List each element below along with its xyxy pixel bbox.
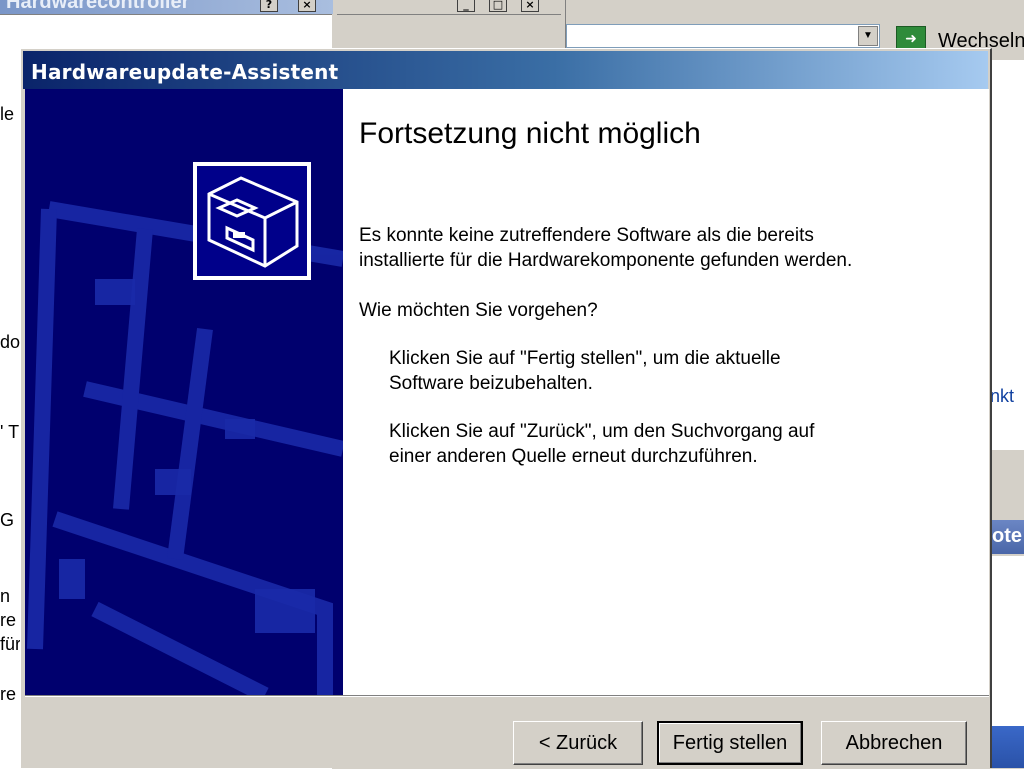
left-text-fragment: re (0, 684, 17, 704)
option-line: Klicken Sie auf "Fertig stellen", um die… (389, 348, 781, 369)
address-combo[interactable]: ▼ (566, 24, 880, 48)
wizard-content: Fortsetzung nicht möglich Es konnte kein… (343, 89, 989, 695)
left-text-fragment: für (0, 634, 22, 654)
message-line: Es konnte keine zutreffendere Software a… (359, 225, 814, 246)
option-line: einer anderen Quelle erneut durchzuführe… (389, 446, 758, 467)
wizard-title: Hardwareupdate-Assistent (31, 60, 339, 84)
page-title: Fortsetzung nicht möglich (359, 117, 701, 150)
option-line: Software beizubehalten. (389, 373, 593, 394)
finish-button[interactable]: Fertig stellen (657, 721, 803, 765)
option-line: Klicken Sie auf "Zurück", um den Suchvor… (389, 421, 815, 442)
minimize-button[interactable]: _ (457, 0, 475, 12)
right-header-fragment: ote (992, 525, 1022, 547)
left-text-fragment: G (0, 510, 15, 530)
question-text: Wie möchten Sie vorgehen? (359, 300, 598, 321)
chevron-down-icon[interactable]: ▼ (858, 26, 878, 46)
background-right-header: ote (990, 520, 1024, 554)
hardware-update-wizard: Hardwareupdate-Assistent Fortsetzung nic… (20, 48, 992, 768)
wizard-side-banner (25, 89, 343, 695)
close-button[interactable]: × (521, 0, 539, 12)
help-button[interactable]: ? (260, 0, 278, 12)
hardware-icon (193, 162, 311, 280)
background-right-footer (990, 726, 1024, 768)
left-text-fragment: re (0, 610, 17, 630)
left-text-fragment: n (0, 586, 11, 606)
close-button[interactable]: × (298, 0, 316, 12)
background-window-left-titlebar: Hardwarecontroller (0, 0, 333, 14)
background-right-panel-lower (990, 556, 1024, 726)
cancel-button[interactable]: Abbrechen (821, 721, 967, 765)
switch-arrow-icon[interactable]: ➜ (896, 26, 926, 50)
left-text-fragment: do (0, 332, 21, 352)
background-window-left-title: Hardwarecontroller (6, 0, 190, 13)
message-line: installierte für die Hardwarekomponente … (359, 250, 853, 271)
wizard-titlebar[interactable]: Hardwareupdate-Assistent (23, 51, 988, 89)
maximize-button[interactable]: □ (489, 0, 507, 12)
right-link-fragment[interactable]: nkt (990, 386, 1014, 407)
left-text-fragment: ' T (0, 422, 20, 442)
back-button[interactable]: < Zurück (513, 721, 643, 765)
footer-divider (25, 695, 989, 697)
left-text-fragment: le (0, 104, 15, 124)
